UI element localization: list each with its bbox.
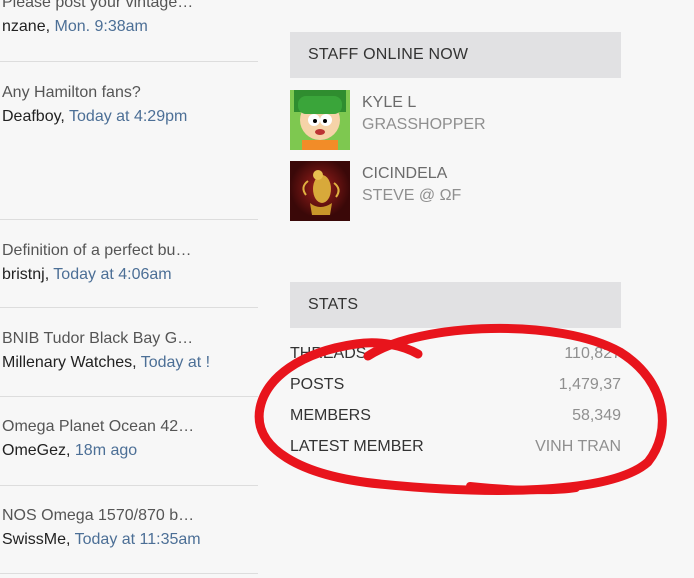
thread-time[interactable]: Today at 4:06am: [53, 266, 171, 283]
stat-value: 58,349: [572, 407, 621, 424]
stat-label: LATEST MEMBER: [290, 438, 424, 455]
thread-time[interactable]: Today at 4:29pm: [69, 108, 187, 125]
thread-time[interactable]: Today at 11:35am: [75, 531, 201, 548]
thread-title[interactable]: NOS Omega 1570/870 b…: [2, 507, 194, 525]
stat-row-threads: THREADS 110,827: [290, 345, 621, 369]
stat-row-members: MEMBERS 58,349: [290, 407, 621, 431]
divider: [0, 396, 258, 397]
thread-meta: Deafboy, Today at 4:29pm: [2, 108, 188, 125]
thread-meta: SwissMe, Today at 11:35am: [2, 531, 201, 548]
staff-name[interactable]: CICINDELA: [362, 165, 447, 183]
thread-title[interactable]: Omega Planet Ocean 42…: [2, 418, 194, 436]
thread-time[interactable]: Today at !: [141, 354, 210, 371]
divider: [0, 485, 258, 486]
stat-value: 110,827: [564, 345, 621, 362]
stats-header: STATS: [290, 282, 621, 328]
thread-meta: OmeGez, 18m ago: [2, 442, 138, 459]
stat-label: POSTS: [290, 376, 345, 393]
thread-author[interactable]: bristnj: [2, 266, 45, 283]
thread-meta: Millenary Watches, Today at !: [2, 354, 211, 371]
staff-online-header: STAFF ONLINE NOW: [290, 32, 621, 78]
stat-label: MEMBERS: [290, 407, 371, 424]
thread-author[interactable]: SwissMe: [2, 531, 66, 548]
thread-time[interactable]: Mon. 9:38am: [54, 18, 147, 35]
divider: [0, 61, 258, 62]
thread-meta: bristnj, Today at 4:06am: [2, 266, 172, 283]
staff-name[interactable]: KYLE L: [362, 94, 416, 112]
staff-title: STEVE @ ΩF: [362, 187, 462, 204]
staff-member[interactable]: KYLE L GRASSHOPPER: [290, 90, 621, 150]
latest-member-link[interactable]: VINH TRAN: [535, 438, 621, 456]
thread-author[interactable]: OmeGez: [2, 442, 66, 459]
stat-row-posts: POSTS 1,479,37: [290, 376, 621, 400]
thread-author[interactable]: Deafboy: [2, 108, 60, 125]
divider: [0, 219, 258, 220]
thread-author[interactable]: Millenary Watches: [2, 354, 132, 371]
thread-author[interactable]: nzane: [2, 18, 46, 35]
avatar[interactable]: [290, 161, 350, 221]
stats-heading: STATS: [308, 296, 359, 313]
divider: [0, 307, 258, 308]
stat-label: THREADS: [290, 345, 367, 362]
avatar[interactable]: [290, 90, 350, 150]
golden-insect-avatar-icon: [290, 161, 350, 221]
staff-member[interactable]: CICINDELA STEVE @ ΩF: [290, 161, 621, 221]
divider: [0, 573, 258, 574]
thread-time[interactable]: 18m ago: [75, 442, 137, 459]
thread-title[interactable]: Definition of a perfect bu…: [2, 242, 191, 260]
thread-title[interactable]: Any Hamilton fans?: [2, 84, 141, 102]
staff-online-heading: STAFF ONLINE NOW: [308, 46, 469, 63]
recent-threads-list: Please post your vintage… nzane, Mon. 9:…: [0, 0, 258, 578]
stat-row-latest-member: LATEST MEMBER VINH TRAN: [290, 438, 621, 462]
stat-value: 1,479,37: [558, 376, 621, 393]
thread-title[interactable]: Please post your vintage…: [2, 0, 193, 12]
staff-title: GRASSHOPPER: [362, 116, 486, 133]
cartoon-avatar-icon: [290, 90, 350, 150]
thread-meta: nzane, Mon. 9:38am: [2, 18, 148, 35]
thread-title[interactable]: BNIB Tudor Black Bay G…: [2, 330, 193, 348]
